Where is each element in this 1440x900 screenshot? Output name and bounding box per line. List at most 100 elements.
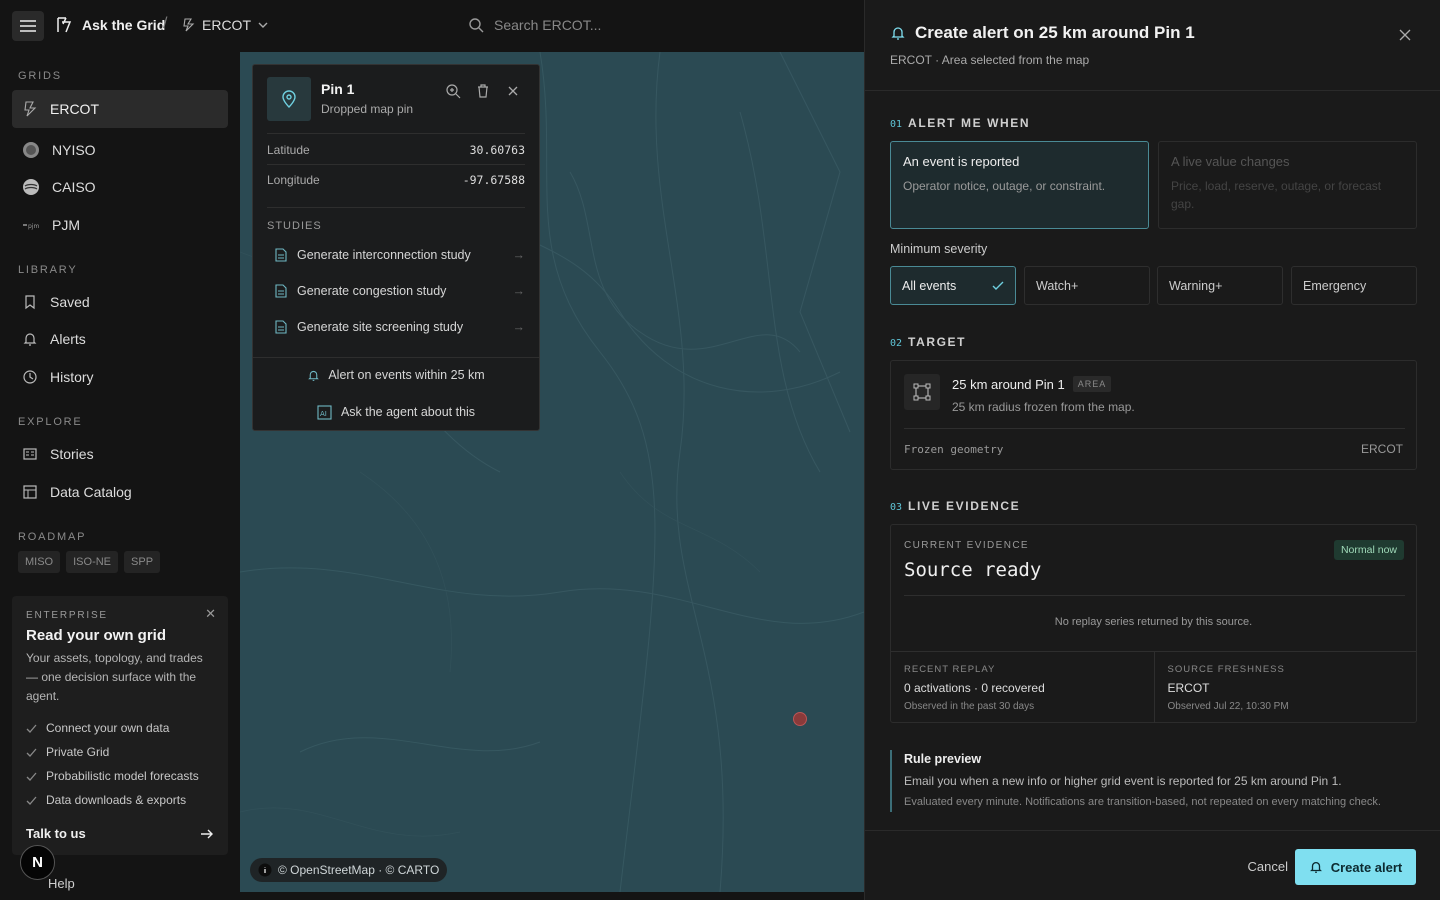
option-live-value[interactable]: A live value changes Price, load, reserv… <box>1158 141 1417 229</box>
explore-label: EXPLORE <box>18 416 83 428</box>
feature-label: Data downloads & exports <box>46 793 187 807</box>
library-label: LIBRARY <box>18 264 78 276</box>
top-bar: Ask the Grid / ERCOT Search ERCOT... <box>0 0 864 52</box>
severity-watch[interactable]: Watch+ <box>1024 266 1150 305</box>
divider <box>904 595 1405 596</box>
brand[interactable]: Ask the Grid <box>56 16 165 34</box>
bell-icon <box>308 370 320 381</box>
feature-item: Data downloads & exports <box>26 788 214 812</box>
target-desc: 25 km radius frozen from the map. <box>952 400 1135 414</box>
sidebar-item-label: Data Catalog <box>50 484 132 500</box>
sidebar-item-alerts[interactable]: Alerts <box>12 320 228 358</box>
svg-text:pjm: pjm <box>28 223 39 230</box>
roadmap-chips: MISO ISO-NE SPP <box>18 551 161 573</box>
grid-selector-label: ERCOT <box>202 17 251 33</box>
option-desc: Price, load, reserve, outage, or forecas… <box>1171 179 1382 211</box>
severity-warning[interactable]: Warning+ <box>1157 266 1283 305</box>
map-pin-marker[interactable] <box>793 712 807 726</box>
talk-to-us-button[interactable]: Talk to us <box>26 826 214 841</box>
site-screening-study-button[interactable]: Generate site screening study → <box>275 320 525 334</box>
talk-to-us-label: Talk to us <box>26 826 86 841</box>
popup-title: Pin 1 <box>321 81 355 97</box>
rule-preview: Rule preview Email you when a new info o… <box>890 750 1417 812</box>
close-icon[interactable]: ✕ <box>205 606 216 622</box>
area-icon-box <box>904 374 940 410</box>
svg-text:AI: AI <box>320 410 327 418</box>
roadmap-chip: SPP <box>124 551 161 573</box>
search-bar[interactable]: Search ERCOT... <box>468 17 601 33</box>
severity-all-events[interactable]: All events <box>890 266 1016 305</box>
avatar[interactable]: N <box>20 845 55 880</box>
stat-note: Observed Jul 22, 10:30 PM <box>1167 701 1289 712</box>
sidebar-item-nyiso[interactable]: NYISO <box>12 131 228 169</box>
step-live-evidence: 03 LIVE EVIDENCE <box>890 499 1020 513</box>
close-icon[interactable] <box>1398 28 1412 42</box>
close-icon[interactable] <box>505 83 521 99</box>
enterprise-features: Connect your own data Private Grid Proba… <box>26 716 214 812</box>
check-icon <box>26 772 37 781</box>
divider <box>904 428 1405 429</box>
study-label: Generate congestion study <box>297 284 447 298</box>
option-event-reported[interactable]: An event is reported Operator notice, ou… <box>890 141 1149 229</box>
study-label: Generate interconnection study <box>297 248 471 262</box>
interconnection-study-button[interactable]: Generate interconnection study → <box>275 248 525 262</box>
study-label: Generate site screening study <box>297 320 464 334</box>
longitude-value: -97.67588 <box>462 173 525 187</box>
alert-within-button[interactable]: Alert on events within 25 km <box>253 368 539 382</box>
map-attribution: © OpenStreetMap · © CARTO <box>250 858 448 882</box>
sidebar-item-data-catalog[interactable]: Data Catalog <box>12 473 228 511</box>
info-icon[interactable] <box>258 863 272 877</box>
step-target: 02 TARGET <box>890 335 966 349</box>
step-label: LIVE EVIDENCE <box>908 499 1021 513</box>
sidebar-item-label: Stories <box>50 446 94 462</box>
roadmap-chip: ISO-NE <box>66 551 119 573</box>
popup-footer: Alert on events within 25 km AI Ask the … <box>253 357 539 431</box>
history-icon <box>23 370 37 384</box>
menu-button[interactable] <box>12 11 44 41</box>
sidebar-item-saved[interactable]: Saved <box>12 283 228 321</box>
evidence-label: CURRENT EVIDENCE <box>904 540 1030 551</box>
sidebar-item-stories[interactable]: Stories <box>12 435 228 473</box>
congestion-study-button[interactable]: Generate congestion study → <box>275 284 525 298</box>
severity-label: Minimum severity <box>890 242 988 256</box>
grid-selector[interactable]: ERCOT <box>182 17 269 33</box>
severity-emergency[interactable]: Emergency <box>1291 266 1417 305</box>
rule-note: Evaluated every minute. Notifications ar… <box>904 796 1381 808</box>
breadcrumb-separator: / <box>163 15 168 32</box>
check-icon <box>26 748 37 757</box>
evidence-card: CURRENT EVIDENCE Source ready Normal now… <box>890 524 1417 723</box>
ask-agent-label: Ask the agent about this <box>340 405 476 419</box>
grids-label: GRIDS <box>18 70 62 82</box>
create-alert-button[interactable]: Create alert <box>1295 849 1416 885</box>
popup-subtitle: Dropped map pin <box>321 102 414 116</box>
zoom-in-icon[interactable] <box>445 83 461 99</box>
status-badge: Normal now <box>1333 540 1404 560</box>
trash-icon[interactable] <box>475 83 491 99</box>
sidebar-item-ercot[interactable]: ERCOT <box>12 90 228 128</box>
stat-note: Observed in the past 30 days <box>904 701 1035 712</box>
sidebar-item-history[interactable]: History <box>12 358 228 396</box>
feature-item: Connect your own data <box>26 716 214 740</box>
help-link[interactable]: Help <box>48 876 75 891</box>
arrow-right-icon: → <box>512 284 526 298</box>
sidebar-item-label: Saved <box>50 294 90 310</box>
pin-icon-box <box>267 77 311 121</box>
sidebar-item-pjm[interactable]: pjm PJM <box>12 206 228 244</box>
check-icon <box>26 724 37 733</box>
sidebar-item-caiso[interactable]: CAISO <box>12 168 228 206</box>
longitude-row: Longitude -97.67588 <box>267 173 525 187</box>
bolt-icon <box>183 18 195 32</box>
cancel-button[interactable]: Cancel <box>1248 859 1288 874</box>
panel-title: Create alert on 25 km around Pin 1 <box>915 23 1195 42</box>
check-icon <box>26 796 37 805</box>
caiso-logo-icon <box>23 179 39 195</box>
ask-agent-button[interactable]: AI Ask the agent about this <box>253 404 539 420</box>
pjm-logo-icon: pjm <box>23 223 39 230</box>
option-desc: Operator notice, outage, or constraint. <box>903 179 1106 193</box>
enterprise-desc: Your assets, topology, and trades — one … <box>26 651 203 703</box>
option-title: An event is reported <box>903 154 1020 169</box>
search-icon <box>469 18 484 33</box>
roadmap-chip: MISO <box>18 551 61 573</box>
evidence-stats: RECENT REPLAY 0 activations · 0 recovere… <box>891 651 1416 723</box>
divider <box>865 90 1440 91</box>
